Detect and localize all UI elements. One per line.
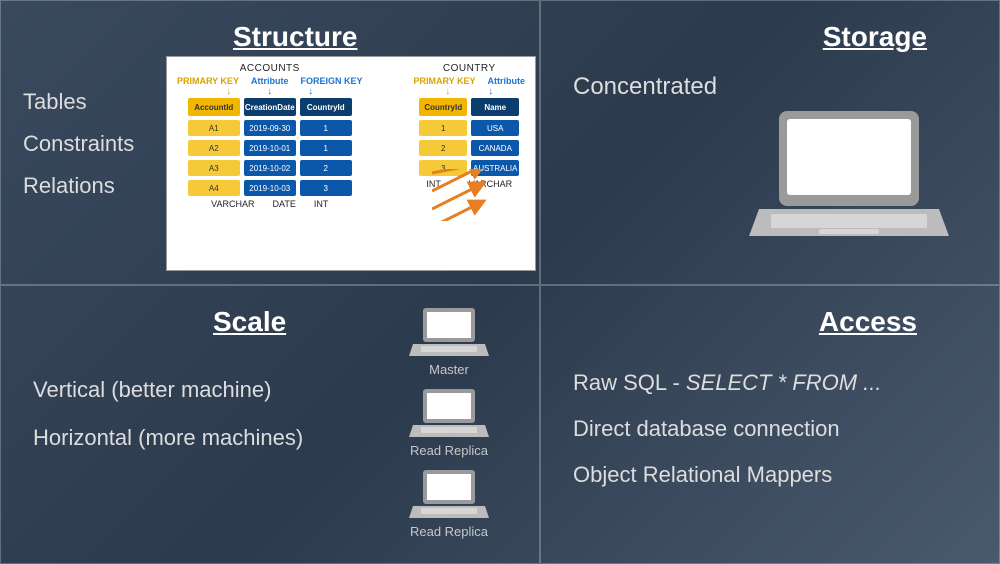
access-raw-sql: Raw SQL - SELECT * FROM ...	[573, 360, 967, 406]
td: A4	[188, 180, 240, 196]
arrow-down-icon: ↓	[445, 86, 450, 97]
td: 1	[300, 140, 352, 156]
access-heading: Access	[573, 306, 917, 338]
schema-diagram: ACCOUNTS PRIMARY KEY Attribute FOREIGN K…	[166, 56, 536, 271]
laptop-stack: Master Read Replica Read Replica	[409, 304, 489, 545]
bullet-tables: Tables	[23, 81, 134, 123]
th-accountid: AccountId	[188, 98, 240, 116]
access-direct-conn: Direct database connection	[573, 406, 967, 452]
td: A1	[188, 120, 240, 136]
th-name: Name	[471, 98, 519, 116]
storage-text: Concentrated	[573, 73, 967, 101]
td: 1	[300, 120, 352, 136]
quadrant-scale: Scale Vertical (better machine) Horizont…	[0, 285, 540, 564]
accounts-table: ACCOUNTS PRIMARY KEY Attribute FOREIGN K…	[177, 63, 363, 209]
arrow-down-icon: ↓	[226, 86, 231, 97]
laptop-label-master: Master	[429, 362, 469, 377]
accounts-title: ACCOUNTS	[240, 63, 300, 74]
td: 2019-10-01	[244, 140, 296, 156]
arrow-down-icon: ↓	[267, 86, 272, 97]
fk-arrow-icon	[432, 169, 490, 221]
td: 1	[419, 120, 467, 136]
country-col-labels: PRIMARY KEY Attribute	[413, 76, 525, 86]
laptop-icon	[409, 385, 489, 441]
storage-heading: Storage	[573, 21, 927, 53]
bullet-constraints: Constraints	[23, 123, 134, 165]
laptop-icon	[749, 101, 949, 256]
accounts-types: VARCHAR DATE INT	[211, 199, 328, 209]
structure-heading: Structure	[233, 21, 507, 53]
accounts-col-labels: PRIMARY KEY Attribute FOREIGN KEY	[177, 76, 363, 86]
td: 2019-10-03	[244, 180, 296, 196]
access-lines: Raw SQL - SELECT * FROM ... Direct datab…	[573, 360, 967, 499]
access-orm: Object Relational Mappers	[573, 452, 967, 498]
td: A3	[188, 160, 240, 176]
structure-bullets: Tables Constraints Relations	[23, 81, 134, 206]
quadrant-storage: Storage Concentrated	[540, 0, 1000, 285]
arrow-down-icon: ↓	[308, 86, 313, 97]
laptop-icon	[409, 466, 489, 522]
th-creationdate: CreationDate	[244, 98, 296, 116]
foreign-key-arrows	[432, 169, 490, 221]
td: 2	[419, 140, 467, 156]
laptop-label-replica2: Read Replica	[410, 524, 488, 539]
arrow-down-icon: ↓	[488, 86, 493, 97]
quadrant-structure: Structure Tables Constraints Relations A…	[0, 0, 540, 285]
td: 2019-10-02	[244, 160, 296, 176]
td: 3	[300, 180, 352, 196]
td: 2019-09-30	[244, 120, 296, 136]
td: A2	[188, 140, 240, 156]
th-countryid: CountryId	[300, 98, 352, 116]
th-countryid: CountryId	[419, 98, 467, 116]
td: CANADA	[471, 140, 519, 156]
laptop-icon	[409, 304, 489, 360]
td: USA	[471, 120, 519, 136]
laptop-label-replica1: Read Replica	[410, 443, 488, 458]
country-title: COUNTRY	[443, 63, 496, 74]
td: 2	[300, 160, 352, 176]
bullet-relations: Relations	[23, 165, 134, 207]
quadrant-access: Access Raw SQL - SELECT * FROM ... Direc…	[540, 285, 1000, 564]
